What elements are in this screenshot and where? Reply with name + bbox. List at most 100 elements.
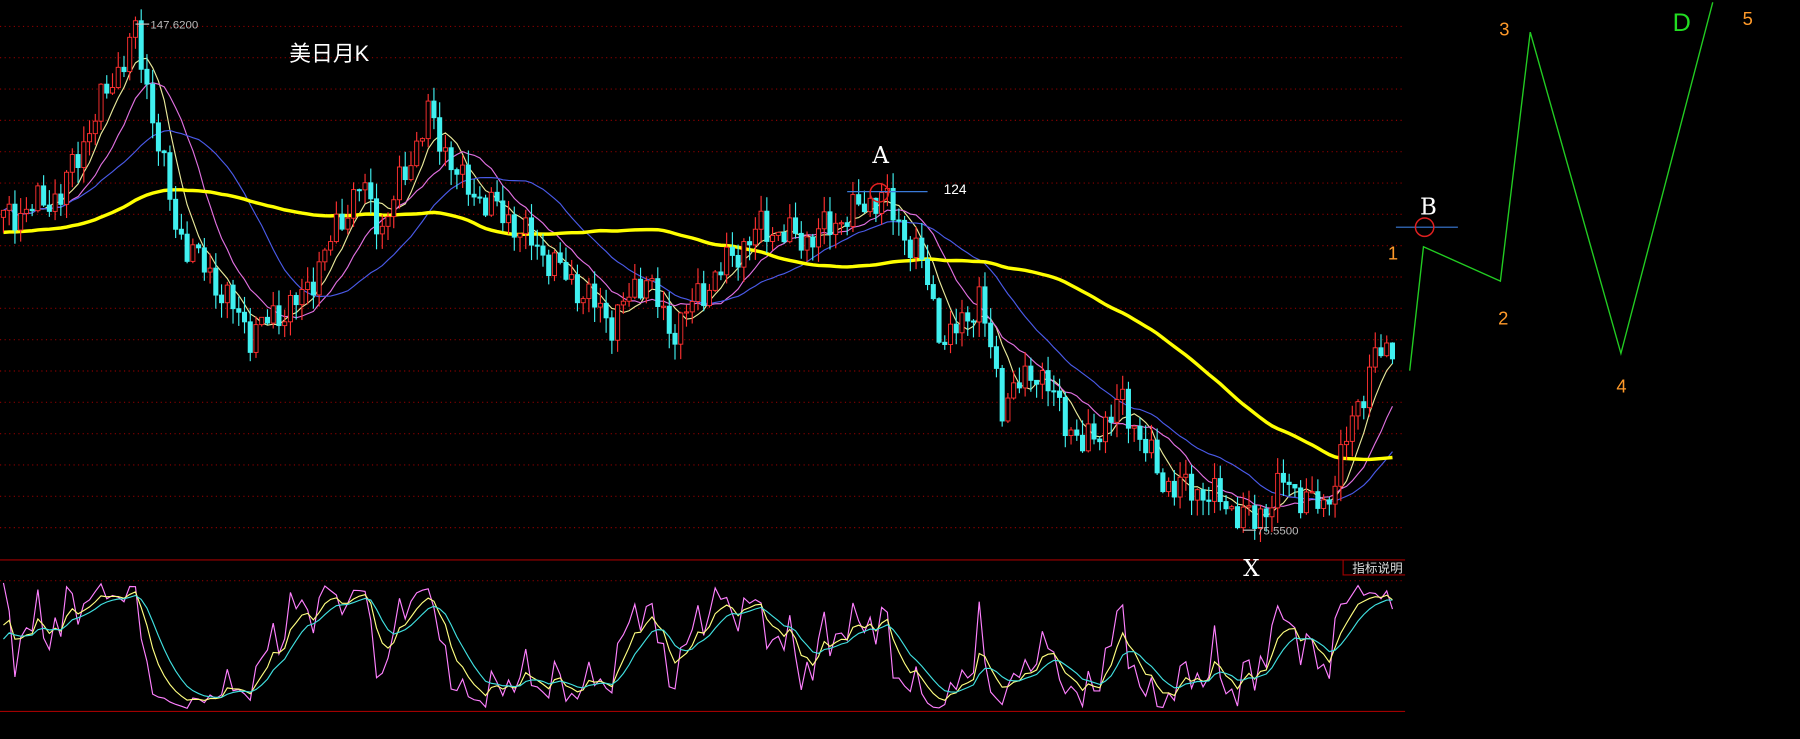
candle-body: [437, 117, 443, 152]
candle: [494, 180, 500, 207]
candle-body: [379, 225, 385, 235]
candle: [678, 311, 684, 360]
candle: [563, 247, 569, 282]
candle-body: [46, 204, 52, 212]
min-price-label: 75.5500: [1257, 526, 1298, 538]
candle-body: [201, 247, 207, 273]
candle-body: [844, 222, 850, 227]
candle-body: [1372, 347, 1378, 368]
candle-body: [660, 305, 667, 308]
candle: [879, 183, 885, 225]
candle-body: [1349, 415, 1355, 442]
candle: [12, 190, 18, 244]
candle-body: [1344, 440, 1350, 446]
candle: [856, 179, 862, 207]
candle-body: [643, 280, 649, 299]
candle: [362, 173, 368, 204]
candle-body: [540, 245, 546, 256]
candle: [1217, 465, 1223, 511]
candle-body: [173, 198, 179, 230]
candle: [379, 214, 385, 249]
candle: [970, 319, 976, 338]
wave-label-d: D: [1673, 9, 1691, 37]
candle: [999, 364, 1005, 427]
candle-body: [655, 278, 661, 307]
candle-body: [695, 283, 701, 302]
candle: [402, 151, 408, 186]
candle: [517, 233, 523, 253]
candle: [18, 198, 24, 242]
candle-body: [804, 236, 810, 251]
candle-body: [603, 302, 609, 319]
candle-body: [597, 302, 603, 308]
wave-label-5: 5: [1743, 8, 1753, 29]
candle: [1143, 425, 1149, 462]
indicator-description-button[interactable]: 指标说明: [1342, 559, 1406, 576]
candle: [1206, 486, 1212, 516]
candle-body: [678, 312, 684, 345]
candle-body: [1102, 416, 1109, 443]
candle-body: [488, 191, 494, 216]
candle-body: [287, 294, 293, 323]
label-x: X: [1243, 556, 1260, 582]
candle: [0, 209, 6, 233]
candle-body: [396, 166, 403, 201]
candle: [264, 309, 270, 325]
candle: [1114, 384, 1120, 438]
candle-body: [838, 222, 844, 225]
candle-body: [1361, 401, 1367, 409]
candle: [132, 16, 138, 49]
candle: [109, 73, 116, 95]
candle: [483, 194, 489, 218]
candle: [87, 120, 93, 156]
candle: [632, 264, 638, 300]
candle: [913, 226, 919, 270]
candle-body: [167, 152, 173, 200]
candle-body: [408, 165, 414, 181]
candle-body: [1280, 472, 1286, 483]
candle-body: [419, 138, 425, 142]
candle: [1097, 436, 1103, 451]
candle: [551, 249, 557, 282]
candle: [1057, 378, 1063, 412]
candle: [396, 155, 403, 209]
candle: [23, 197, 29, 223]
candle: [506, 200, 512, 235]
candle-body: [1275, 472, 1281, 509]
candle-body: [1246, 505, 1252, 508]
candle-body: [1114, 399, 1120, 423]
candle: [1366, 354, 1373, 417]
candle-body: [557, 252, 563, 263]
candle-body: [75, 154, 81, 169]
annotation-b: B: [1395, 195, 1458, 238]
candle-body: [1097, 438, 1103, 443]
candle-body: [781, 231, 787, 243]
candle-body: [184, 233, 190, 262]
candle: [6, 196, 12, 226]
candle: [953, 308, 959, 345]
candle-body: [150, 83, 156, 124]
candle-body: [333, 213, 339, 243]
candle-body: [500, 200, 506, 224]
candle: [1039, 362, 1045, 400]
candle: [46, 190, 52, 217]
candle-body: [1378, 347, 1384, 357]
candle-body: [534, 244, 540, 247]
candle-body: [546, 254, 552, 277]
candle-body: [574, 274, 580, 304]
candle: [161, 149, 167, 167]
candle: [328, 235, 334, 256]
candle-body: [1154, 439, 1160, 474]
candle-body: [190, 244, 196, 262]
candle-body: [178, 228, 184, 235]
candle-body: [132, 20, 138, 38]
candle: [69, 148, 75, 188]
candle: [339, 198, 345, 231]
candle: [259, 316, 265, 327]
candle-body: [1234, 506, 1241, 529]
candle: [75, 141, 81, 183]
candle: [902, 215, 908, 256]
candle-body: [293, 294, 299, 306]
candle-body: [919, 237, 925, 260]
wave-label-3: 3: [1499, 19, 1509, 40]
